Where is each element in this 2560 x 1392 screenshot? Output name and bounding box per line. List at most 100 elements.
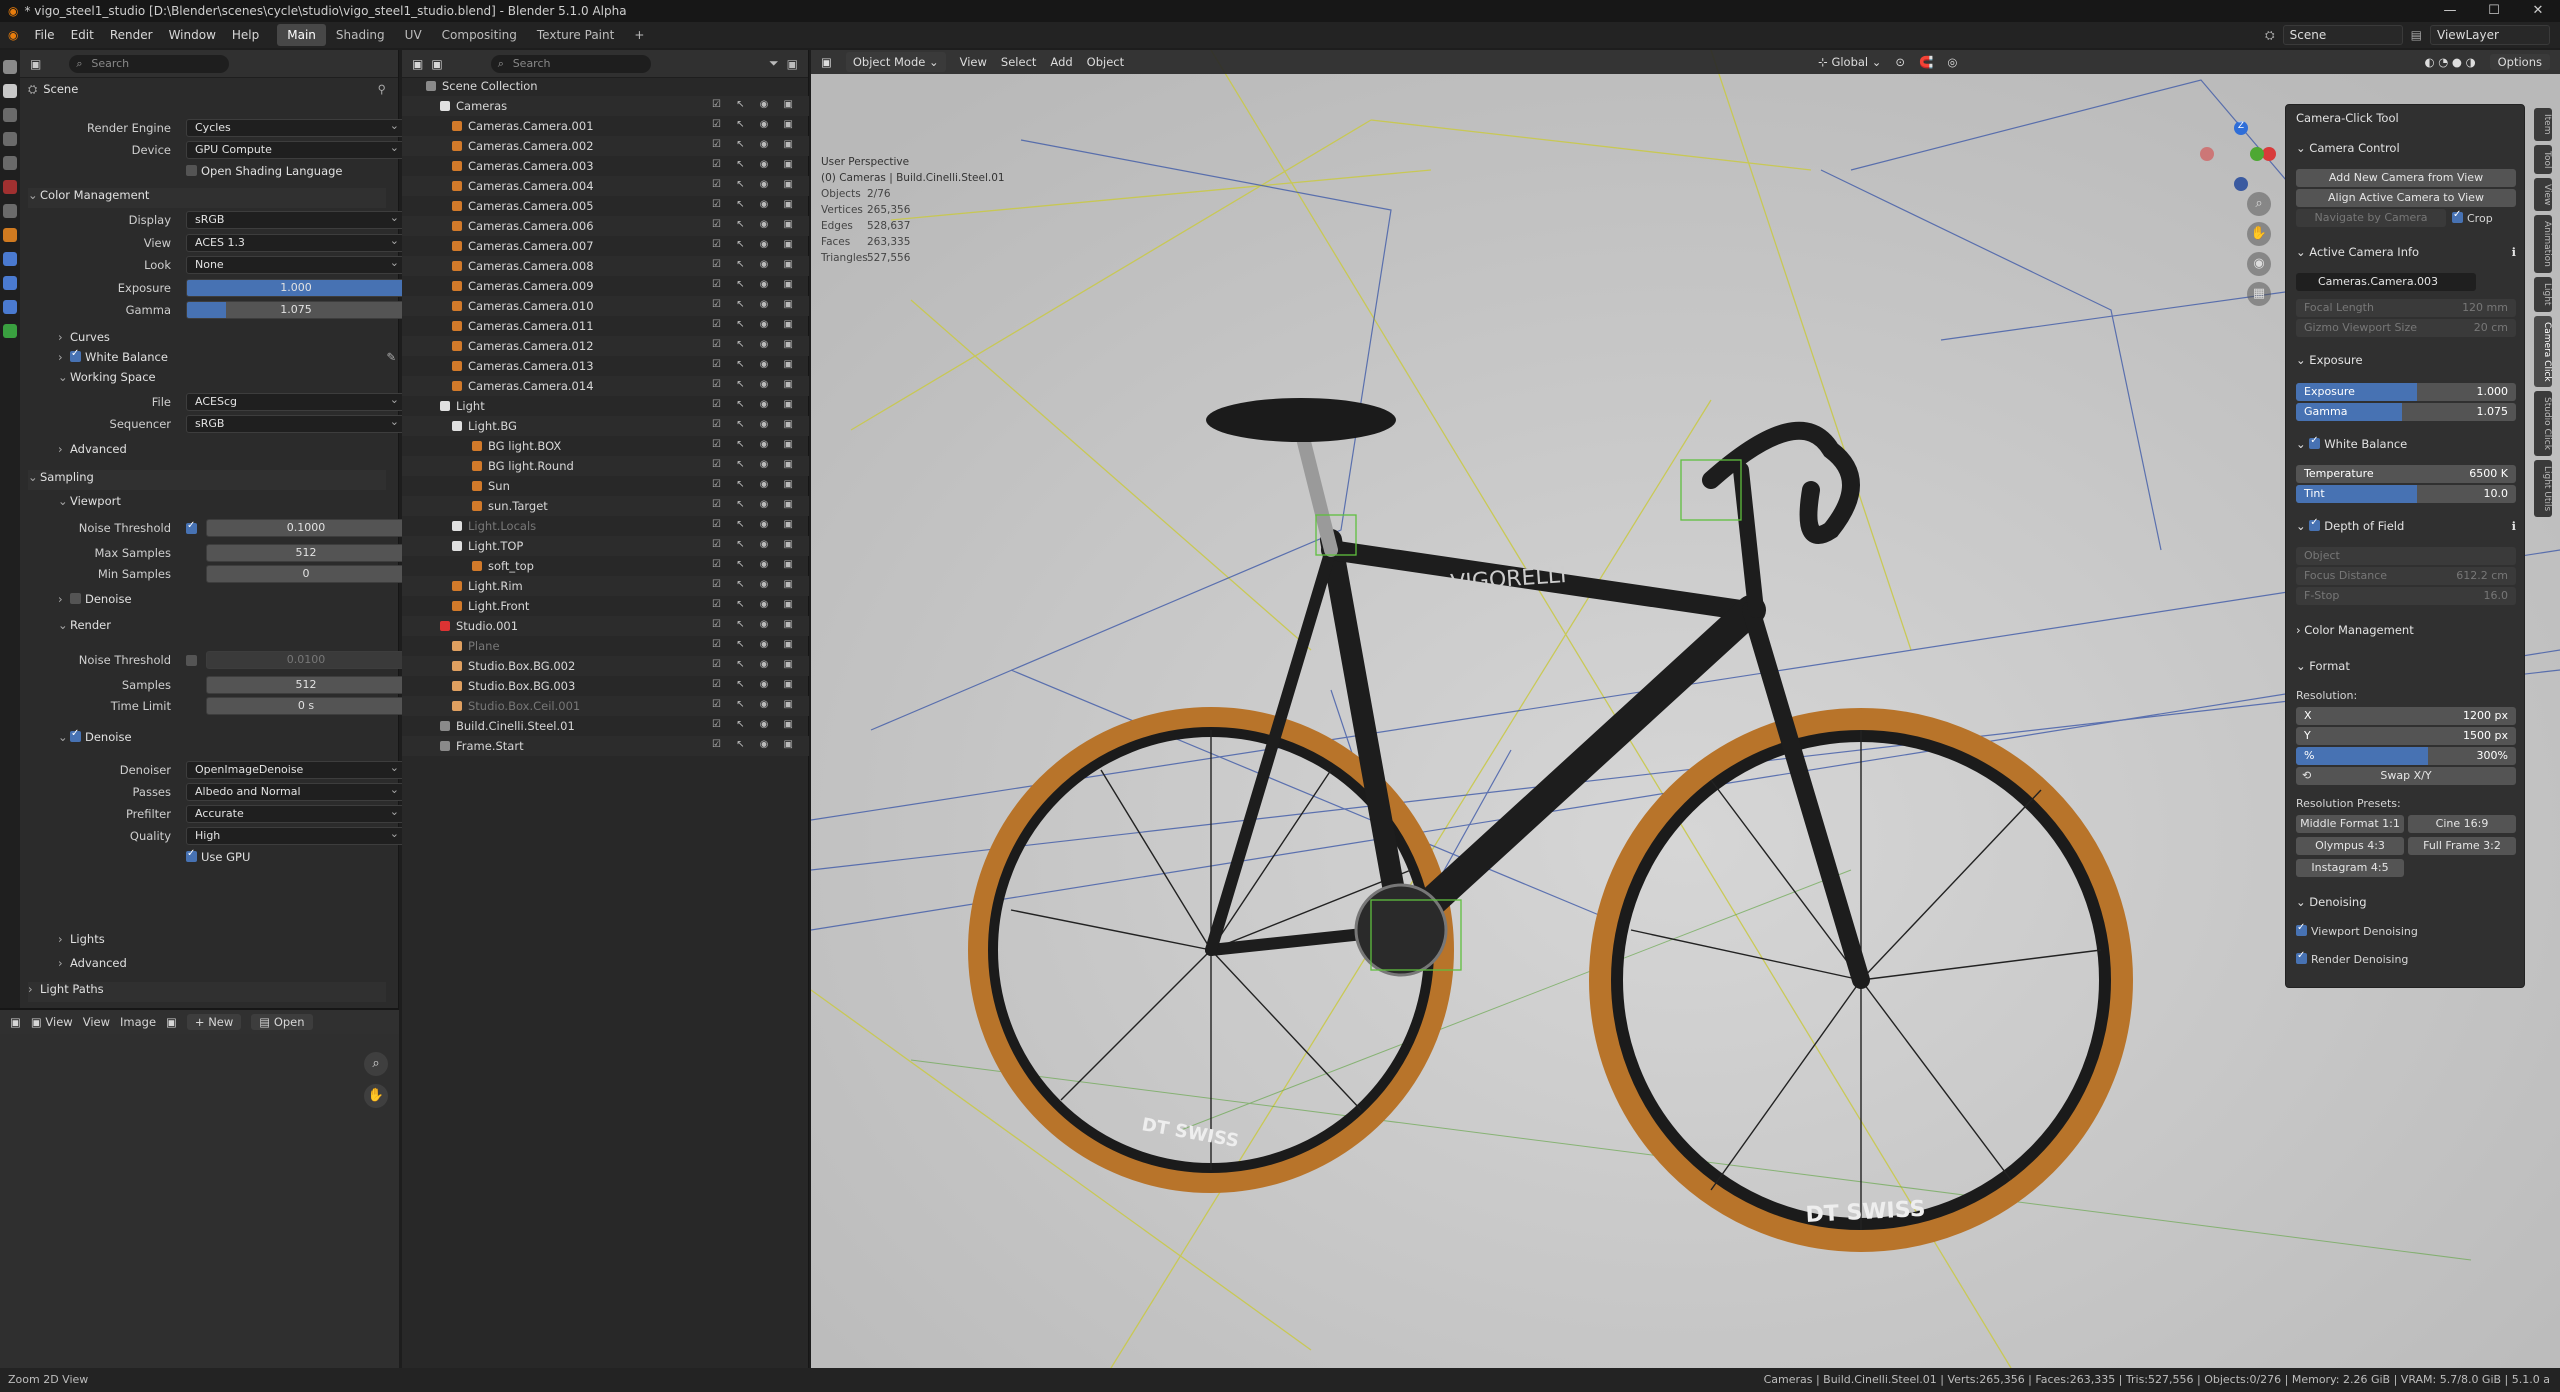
depth-of-field-header[interactable]: ⌄ Depth of Fieldℹ <box>2296 517 2516 539</box>
close-icon[interactable]: ✕ <box>2516 0 2560 22</box>
navigate-by-camera-button[interactable]: Navigate by Camera <box>2296 209 2446 227</box>
menu-help[interactable]: Help <box>224 28 267 42</box>
neg-x-axis-icon[interactable] <box>2200 147 2214 161</box>
open-image-button[interactable]: ▤ Open <box>251 1014 313 1030</box>
tab-item[interactable]: Item <box>2534 108 2552 141</box>
vp-min-samples-field[interactable]: 0 <box>206 565 406 583</box>
temperature-slider[interactable]: Temperature 6500 K <box>2296 465 2516 483</box>
info-icon[interactable]: ℹ <box>2512 245 2516 259</box>
menu-add[interactable]: Add <box>1050 55 1072 69</box>
white-balance-header[interactable]: ⌄ White Balance <box>2296 435 2516 457</box>
collection-tab-icon[interactable] <box>3 204 17 218</box>
render-denoising-checkbox[interactable]: Render Denoising <box>2296 950 2516 971</box>
zoom-icon[interactable]: ⌕ <box>2247 192 2271 216</box>
outliner-row[interactable]: ☑ ↖ ◉ ▣ Frame.Start <box>402 736 809 756</box>
snap-icon[interactable]: 🧲 <box>1919 55 1933 69</box>
tool-tab-icon[interactable] <box>3 60 17 74</box>
r-noise-field[interactable]: 0.0100 <box>206 651 406 669</box>
outliner-row[interactable]: ☑ ↖ ◉ ▣ Studio.Box.Ceil.001 <box>402 696 809 716</box>
visibility-toggles[interactable]: ☑ ↖ ◉ ▣ <box>712 139 799 150</box>
image-browse-icon[interactable]: ▣ <box>166 1015 177 1029</box>
format-header[interactable]: ⌄ Format <box>2296 659 2516 679</box>
visibility-toggles[interactable]: ☑ ↖ ◉ ▣ <box>712 159 799 170</box>
viewlayer-selector[interactable]: ViewLayer <box>2430 25 2550 45</box>
visibility-toggles[interactable]: ☑ ↖ ◉ ▣ <box>712 599 799 610</box>
preset-instagram[interactable]: Instagram 4:5 <box>2296 859 2404 877</box>
visibility-toggles[interactable]: ☑ ↖ ◉ ▣ <box>712 539 799 550</box>
tab-view[interactable]: View <box>2534 177 2552 212</box>
editor-type-icon[interactable]: ▣ <box>821 55 832 69</box>
visibility-toggles[interactable]: ☑ ↖ ◉ ▣ <box>712 439 799 450</box>
outliner-row[interactable]: ☑ ↖ ◉ ▣ Cameras.Camera.007 <box>402 236 809 256</box>
menu-window[interactable]: Window <box>161 28 224 42</box>
visibility-toggles[interactable]: ☑ ↖ ◉ ▣ <box>712 119 799 130</box>
preset-olympus[interactable]: Olympus 4:3 <box>2296 837 2404 855</box>
visibility-toggles[interactable]: ☑ ↖ ◉ ▣ <box>712 319 799 330</box>
outliner-row[interactable]: ☑ ↖ ◉ ▣ Cameras.Camera.012 <box>402 336 809 356</box>
quality-dropdown[interactable]: High <box>186 826 406 845</box>
align-camera-button[interactable]: Align Active Camera to View <box>2296 189 2516 207</box>
tab-studio-click[interactable]: Studio Click <box>2534 391 2552 457</box>
tab-compositing[interactable]: Compositing <box>432 24 527 46</box>
visibility-toggles[interactable]: ☑ ↖ ◉ ▣ <box>712 699 799 710</box>
outliner-row[interactable]: ☑ ↖ ◉ ▣ Plane <box>402 636 809 656</box>
tab-light-utils[interactable]: Light Utils <box>2534 460 2552 518</box>
outliner-row[interactable]: ☑ ↖ ◉ ▣ Cameras.Camera.003 <box>402 156 809 176</box>
pan-hand-icon[interactable]: ✋ <box>2247 222 2271 246</box>
menu-object[interactable]: Object <box>1087 55 1124 69</box>
lights-subpanel[interactable]: › Lights <box>58 932 416 952</box>
outliner-row[interactable]: ☑ ↖ ◉ ▣ Light.TOP <box>402 536 809 556</box>
gizmo-size-field[interactable]: Gizmo Viewport Size 20 cm <box>2296 319 2516 337</box>
menu-image[interactable]: Image <box>120 1015 156 1029</box>
object-tab-icon[interactable] <box>3 228 17 242</box>
visibility-toggles[interactable]: ☑ ↖ ◉ ▣ <box>712 259 799 270</box>
focal-length-field[interactable]: Focal Length 120 mm <box>2296 299 2516 317</box>
camera-view-icon[interactable]: ◉ <box>2247 252 2271 276</box>
dof-object-field[interactable]: Object <box>2296 547 2516 565</box>
visibility-toggles[interactable]: ☑ ↖ ◉ ▣ <box>712 219 799 230</box>
menu-view[interactable]: View <box>83 1015 110 1029</box>
outliner-row[interactable]: ☑ ↖ ◉ ▣ Studio.Box.BG.003 <box>402 676 809 696</box>
visibility-toggles[interactable]: ☑ ↖ ◉ ▣ <box>712 379 799 390</box>
outliner-row[interactable]: ☑ ↖ ◉ ▣ Cameras.Camera.006 <box>402 216 809 236</box>
tab-shading[interactable]: Shading <box>326 24 395 46</box>
outliner-row[interactable]: ☑ ↖ ◉ ▣ Light <box>402 396 809 416</box>
viewport-subpanel[interactable]: ⌄ Viewport <box>58 494 416 514</box>
denoising-header[interactable]: ⌄ Denoising <box>2296 895 2516 915</box>
physics-tab-icon[interactable] <box>3 276 17 290</box>
preset-cine[interactable]: Cine 16:9 <box>2408 815 2516 833</box>
visibility-toggles[interactable]: ☑ ↖ ◉ ▣ <box>712 559 799 570</box>
zoom-icon[interactable]: ⌕ <box>364 1052 388 1076</box>
world-tab-icon[interactable] <box>3 180 17 194</box>
tab-texture-paint[interactable]: Texture Paint <box>527 24 624 46</box>
vp-noise-checkbox[interactable] <box>186 520 197 534</box>
outliner-row[interactable]: ☑ ↖ ◉ ▣ Cameras.Camera.001 <box>402 116 809 136</box>
constraint-tab-icon[interactable] <box>3 300 17 314</box>
outliner-row[interactable]: ☑ ↖ ◉ ▣ Light.Front <box>402 596 809 616</box>
scene-tab-icon[interactable] <box>3 156 17 170</box>
visibility-toggles[interactable]: ☑ ↖ ◉ ▣ <box>712 199 799 210</box>
visibility-toggles[interactable]: ☑ ↖ ◉ ▣ <box>712 359 799 370</box>
visibility-toggles[interactable]: ☑ ↖ ◉ ▣ <box>712 299 799 310</box>
working-space-subpanel[interactable]: ⌄ Working Space <box>58 370 416 390</box>
visibility-toggles[interactable]: ☑ ↖ ◉ ▣ <box>712 579 799 590</box>
blender-menu-icon[interactable]: ◉ <box>0 28 26 42</box>
outliner-row[interactable]: ☑ ↖ ◉ ▣ Studio.Box.BG.002 <box>402 656 809 676</box>
pivot-icon[interactable]: ⊙ <box>1895 55 1905 69</box>
info-icon[interactable]: ℹ <box>2512 519 2516 533</box>
time-limit-field[interactable]: 0 s <box>206 697 406 715</box>
cam-gamma-slider[interactable]: Gamma 1.075 <box>2296 403 2516 421</box>
data-tab-icon[interactable] <box>3 324 17 338</box>
new-image-button[interactable]: + New <box>186 1014 242 1030</box>
menu-edit[interactable]: Edit <box>63 28 102 42</box>
view-transform-dropdown[interactable]: ACES 1.3 <box>186 233 406 252</box>
visibility-toggles[interactable]: ☑ ↖ ◉ ▣ <box>712 499 799 510</box>
advanced-sampling-subpanel[interactable]: › Advanced <box>58 956 416 976</box>
mode-dropdown[interactable]: Object Mode ⌄ <box>845 52 946 72</box>
outliner-row[interactable]: ☑ ↖ ◉ ▣ Cameras.Camera.002 <box>402 136 809 156</box>
outliner-row[interactable]: ☑ ↖ ◉ ▣ soft_top <box>402 556 809 576</box>
outliner-row[interactable]: ☑ ↖ ◉ ▣ Cameras.Camera.009 <box>402 276 809 296</box>
visibility-toggles[interactable]: ☑ ↖ ◉ ▣ <box>712 239 799 250</box>
navigation-gizmo[interactable]: Z <box>2196 115 2286 205</box>
outliner-row[interactable]: ☑ ↖ ◉ ▣ Cameras.Camera.014 <box>402 376 809 396</box>
